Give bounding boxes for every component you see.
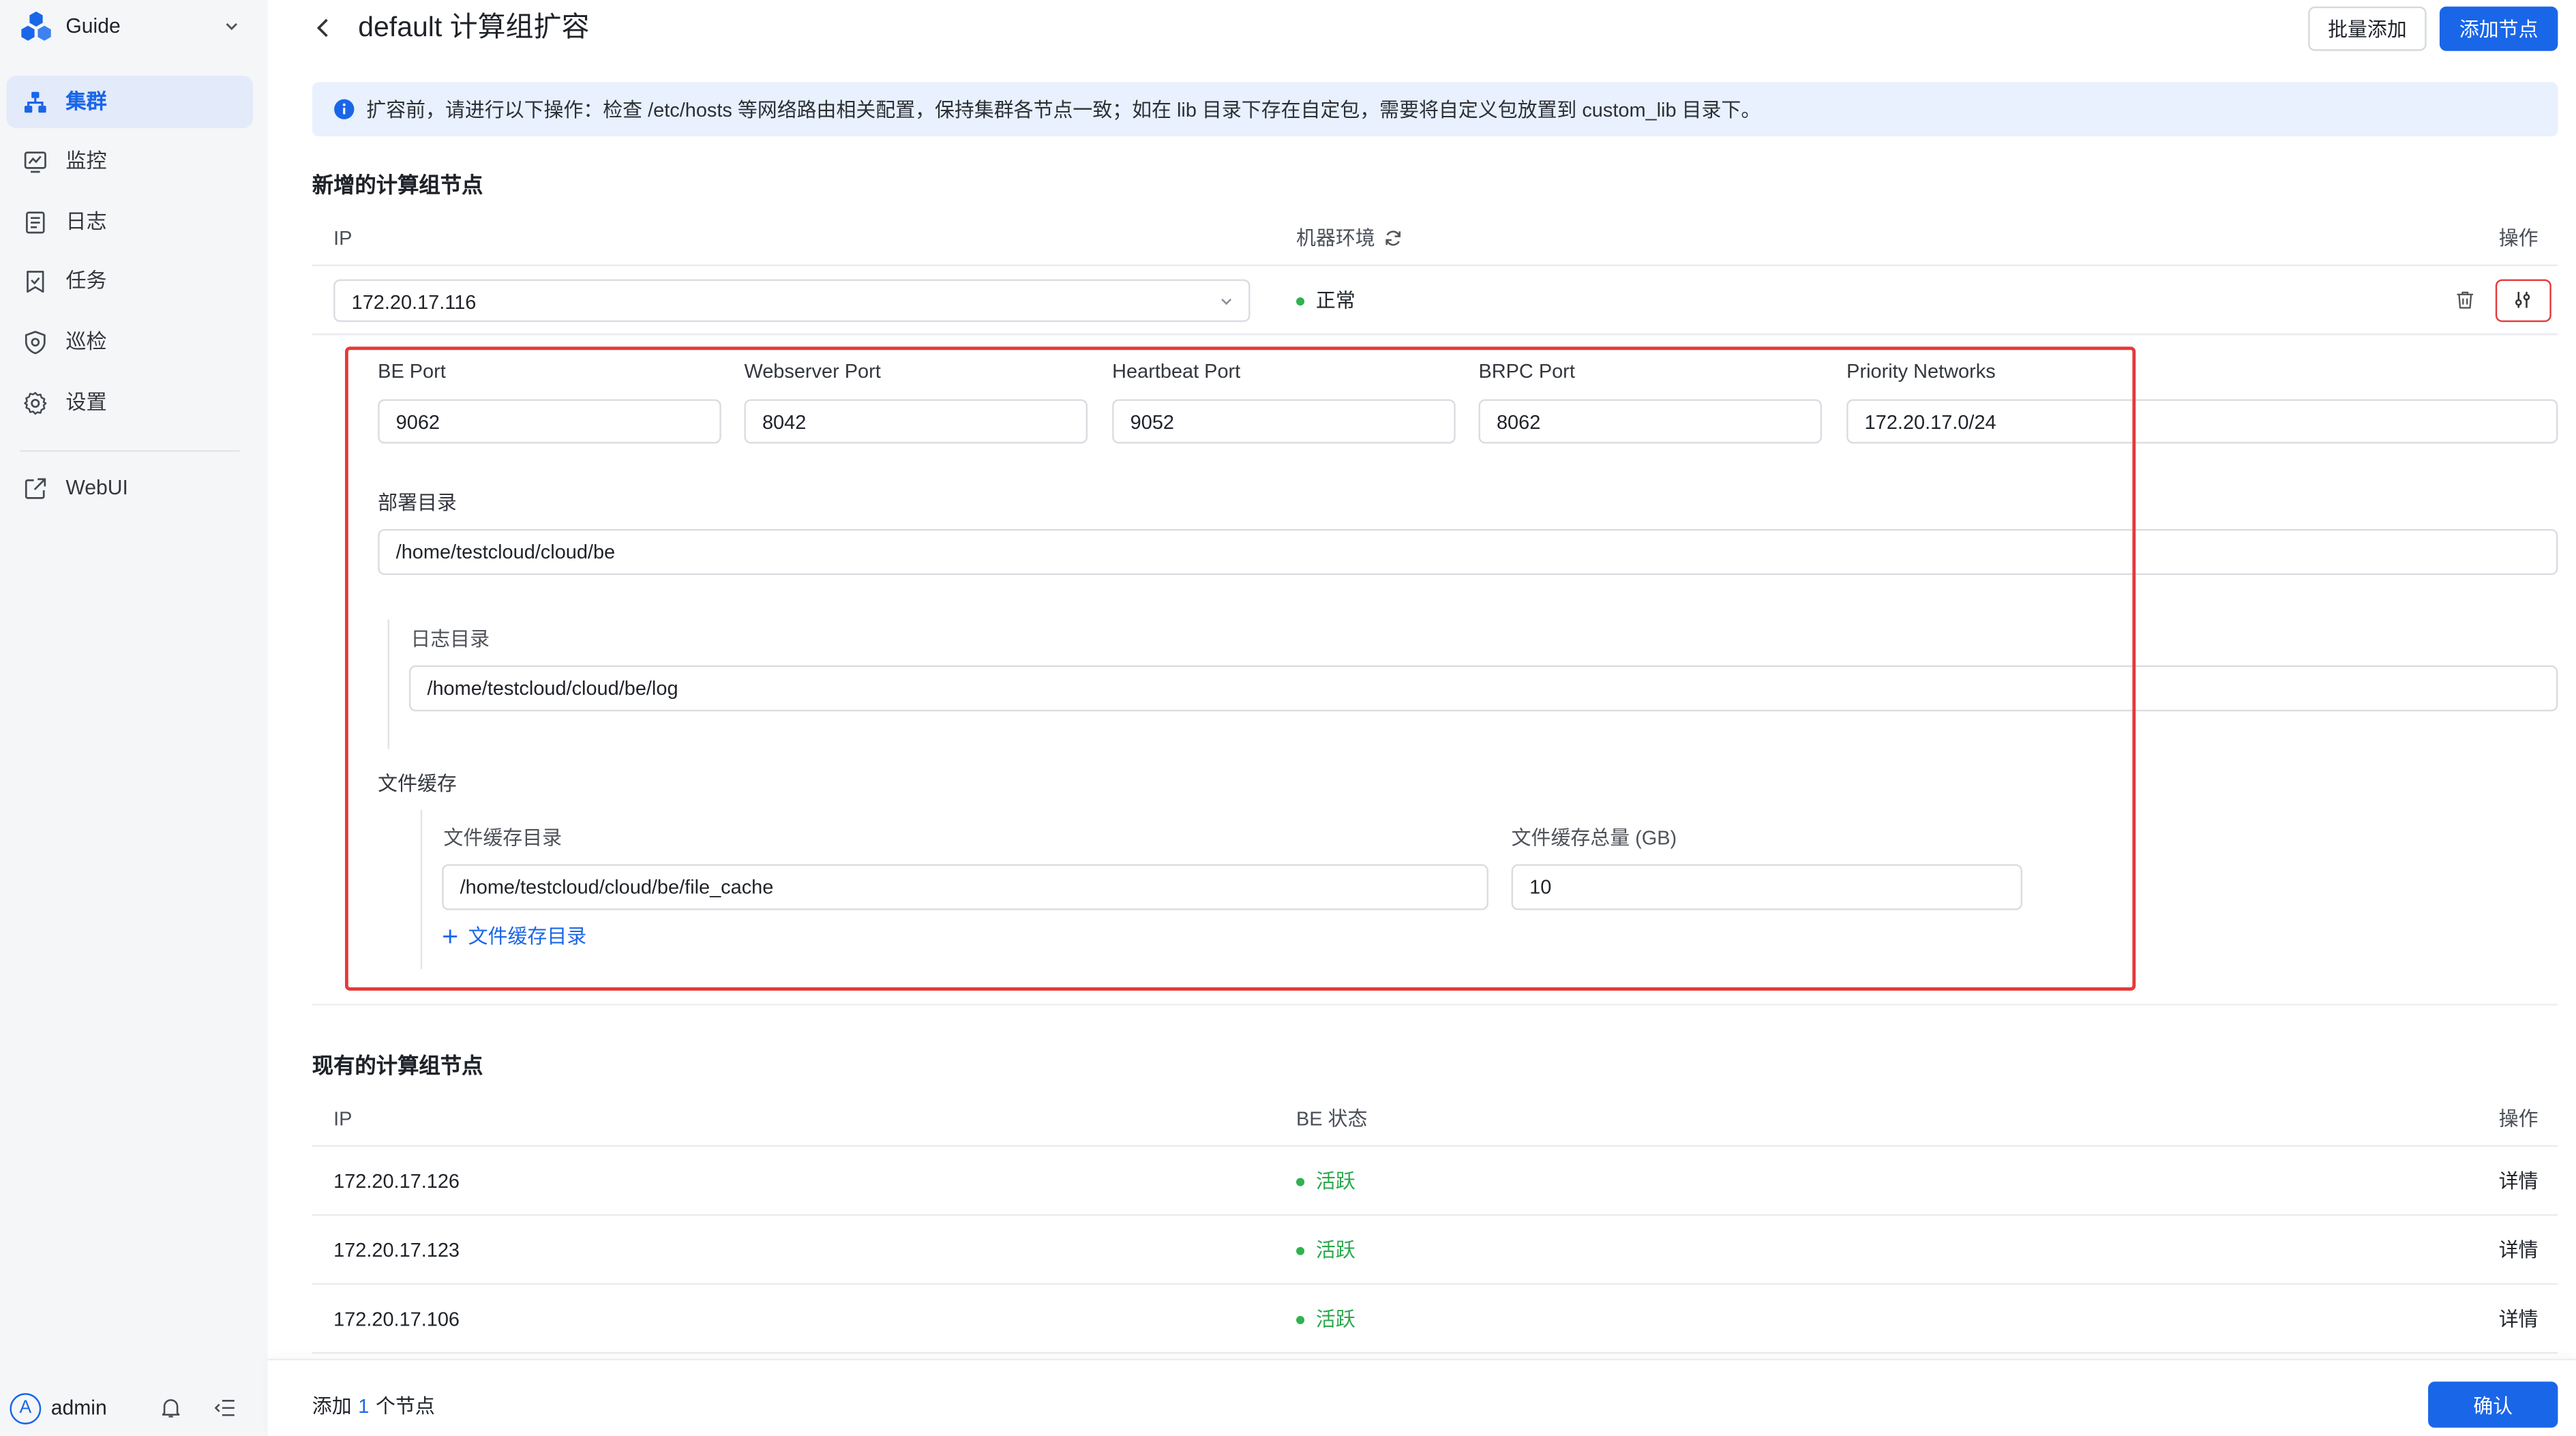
table-row: 172.20.17.106 活跃 详情 [312, 1285, 2558, 1354]
log-icon [23, 209, 48, 234]
notice-banner: 扩容前，请进行以下操作：检查 /etc/hosts 等网络路由相关配置，保持集群… [312, 82, 2558, 136]
sidebar-item-logs[interactable]: 日志 [7, 196, 253, 248]
status-dot [1296, 296, 1305, 305]
ip-select-value: 172.20.17.116 [351, 290, 477, 313]
settings-icon [23, 390, 48, 415]
collapse-menu-icon[interactable] [213, 1396, 237, 1420]
chevron-down-icon [1219, 294, 1234, 309]
sidebar-item-label: 集群 [65, 90, 107, 114]
task-icon [23, 269, 48, 293]
environment-status: 正常 [1315, 289, 1356, 312]
column-header-ip: IP [333, 226, 353, 250]
external-link-icon [23, 476, 48, 500]
cluster-icon [23, 89, 48, 114]
ip-select[interactable]: 172.20.17.116 [333, 279, 1250, 323]
node-ip: 172.20.17.123 [333, 1238, 460, 1262]
highlight-box [344, 346, 2136, 991]
column-header-ip: IP [333, 1107, 353, 1131]
status-dot [1296, 1177, 1305, 1186]
logo-icon [20, 11, 53, 41]
details-link[interactable]: 详情 [2499, 1237, 2538, 1263]
summary-prefix: 添加 [312, 1394, 352, 1418]
batch-add-button[interactable]: 批量添加 [2308, 6, 2427, 51]
notice-text: 扩容前，请进行以下操作：检查 /etc/hosts 等网络路由相关配置，保持集群… [366, 98, 1761, 121]
sidebar-item-label: 日志 [65, 210, 107, 234]
node-config-button[interactable] [2495, 279, 2551, 323]
sidebar-item-webui[interactable]: WebUI [7, 462, 253, 514]
sidebar-item-label: 巡检 [65, 330, 107, 354]
sidebar-item-cluster[interactable]: 集群 [6, 75, 254, 128]
sidebar-divider [19, 450, 240, 452]
workspace-switcher[interactable]: Guide [0, 0, 268, 53]
trash-icon[interactable] [2455, 289, 2476, 310]
workspace-name: Guide [65, 14, 121, 38]
sidebar-item-tasks[interactable]: 任务 [7, 254, 253, 307]
details-link[interactable]: 详情 [2499, 1168, 2538, 1195]
sidebar-item-label: 设置 [65, 391, 107, 415]
node-count-summary: 添加 1 个节点 [312, 1393, 435, 1420]
sidebar-item-label: 监控 [65, 149, 107, 173]
table-row: 172.20.17.126 活跃 详情 [312, 1147, 2558, 1216]
column-header-status: BE 状态 [1296, 1107, 1368, 1131]
section-divider [312, 1004, 2558, 1006]
footer-bar: 添加 1 个节点 确认 [267, 1358, 2576, 1436]
table-row: 172.20.17.123 活跃 详情 [312, 1216, 2558, 1285]
refresh-icon[interactable] [1383, 228, 1403, 248]
column-header-actions: 操作 [2498, 1107, 2538, 1131]
details-link[interactable]: 详情 [2499, 1306, 2538, 1332]
column-header-environment: 机器环境 [1296, 226, 1375, 250]
confirm-button[interactable]: 确认 [2428, 1381, 2558, 1428]
page-title: default 计算组扩容 [358, 11, 590, 43]
status-badge: 活跃 [1315, 1169, 1356, 1193]
avatar[interactable]: A [10, 1393, 42, 1424]
node-ip: 172.20.17.126 [333, 1169, 460, 1193]
status-badge: 活跃 [1315, 1307, 1356, 1331]
section-title-new-nodes: 新增的计算组节点 [312, 172, 483, 198]
sidebar-item-monitor[interactable]: 监控 [7, 135, 253, 188]
inspection-icon [23, 329, 48, 354]
section-title-existing-nodes: 现有的计算组节点 [312, 1053, 483, 1078]
new-node-row: 172.20.17.116 正常 [312, 266, 2558, 335]
status-dot [1296, 1315, 1305, 1323]
status-dot [1296, 1246, 1305, 1255]
new-nodes-table-header: IP 机器环境 操作 [312, 213, 2558, 267]
app-window: Guide 集群 监控 日志 任务 巡检 设置 WebUI A admin de… [0, 0, 2576, 1436]
sliders-icon [2512, 289, 2533, 310]
node-ip: 172.20.17.106 [333, 1307, 460, 1331]
bell-icon[interactable] [160, 1396, 183, 1420]
existing-nodes-table-header: IP BE 状态 操作 [312, 1092, 2558, 1147]
sidebar: Guide 集群 监控 日志 任务 巡检 设置 WebUI A admin [0, 0, 268, 1436]
info-icon [333, 99, 355, 120]
status-badge: 活跃 [1315, 1238, 1356, 1262]
sidebar-item-label: WebUI [65, 476, 128, 500]
summary-count: 1 [358, 1394, 370, 1418]
sidebar-item-settings[interactable]: 设置 [7, 376, 253, 429]
summary-suffix: 个节点 [376, 1394, 435, 1418]
chevron-down-icon [224, 18, 240, 35]
back-button[interactable] [310, 15, 337, 42]
add-node-button[interactable]: 添加节点 [2439, 6, 2558, 51]
sidebar-item-label: 任务 [65, 269, 107, 293]
chevron-left-icon [316, 18, 328, 38]
monitor-icon [23, 149, 48, 173]
user-name[interactable]: admin [51, 1395, 107, 1422]
column-header-actions: 操作 [2498, 226, 2538, 250]
sidebar-item-inspection[interactable]: 巡检 [7, 316, 253, 368]
